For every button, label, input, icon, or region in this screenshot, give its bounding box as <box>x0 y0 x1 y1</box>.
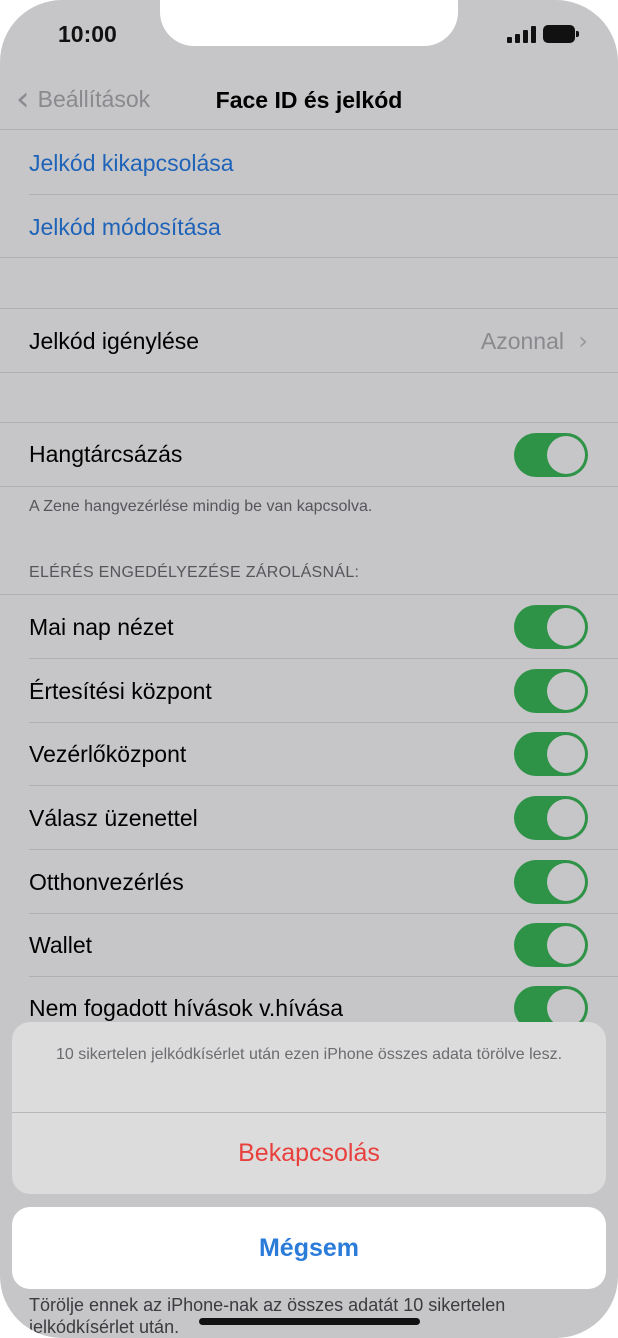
item-label: Otthonvezérlés <box>29 868 184 895</box>
locked-access-item: Otthonvezérlés <box>0 850 618 914</box>
item-label: Mai nap nézet <box>29 613 174 640</box>
chevron-right-icon: › <box>578 327 588 355</box>
item-label: Értesítési központ <box>29 677 212 704</box>
home-control-toggle[interactable] <box>514 860 588 904</box>
change-passcode-label: Jelkód módosítása <box>29 213 221 240</box>
status-time: 10:00 <box>58 21 117 47</box>
erase-data-footnote: Törölje ennek az iPhone-nak az összes ad… <box>29 1295 506 1337</box>
require-passcode-label: Jelkód igénylése <box>29 327 200 354</box>
locked-access-item: Mai nap nézet <box>0 595 618 659</box>
item-label: Wallet <box>29 931 93 958</box>
turn-off-passcode-link[interactable]: Jelkód kikapcsolása <box>0 131 618 195</box>
locked-access-header: ELÉRÉS ENGEDÉLYEZÉSE ZÁROLÁSNÁL: <box>29 564 360 581</box>
signal-icon <box>507 26 537 43</box>
change-passcode-link[interactable]: Jelkód módosítása <box>0 195 618 259</box>
reply-with-message-toggle[interactable] <box>514 796 588 840</box>
today-view-toggle[interactable] <box>514 605 588 649</box>
voice-dial-footnote: A Zene hangvezérlése mindig be van kapcs… <box>29 498 373 515</box>
action-sheet-message: 10 sikertelen jelkódkísérlet után ezen i… <box>55 1046 563 1063</box>
control-center-toggle[interactable] <box>514 732 588 776</box>
section-gap <box>0 372 618 423</box>
locked-access-item: Wallet <box>0 913 618 977</box>
battery-icon <box>543 25 579 43</box>
turn-off-passcode-label: Jelkód kikapcsolása <box>29 149 234 176</box>
voice-dial-toggle[interactable] <box>514 432 588 477</box>
voice-dial-row: Hangtárcsázás <box>0 423 618 487</box>
phone-frame: 10:00 ‹ Beállítások Face ID és jelkód Je… <box>0 0 618 1338</box>
item-label: Vezérlőközpont <box>29 740 187 767</box>
section-gap <box>0 257 618 309</box>
cancel-button[interactable]: Mégsem <box>12 1207 606 1289</box>
voice-dial-label: Hangtárcsázás <box>29 441 183 467</box>
action-sheet: 10 sikertelen jelkódkísérlet után ezen i… <box>12 1022 606 1194</box>
item-label: Nem fogadott hívások v.hívása <box>29 994 344 1021</box>
home-indicator[interactable] <box>199 1318 420 1325</box>
require-passcode-row[interactable]: Jelkód igénylése Azonnal › <box>0 309 618 373</box>
status-bar: 10:00 <box>0 0 618 70</box>
wallet-toggle[interactable] <box>514 923 588 967</box>
require-passcode-value: Azonnal <box>480 327 564 354</box>
page-title: Face ID és jelkód <box>215 87 403 113</box>
notification-center-toggle[interactable] <box>514 669 588 713</box>
locked-access-item: Vezérlőközpont <box>0 722 618 786</box>
locked-access-item: Értesítési központ <box>0 659 618 723</box>
notch <box>160 0 458 46</box>
item-label: Válasz üzenettel <box>29 804 198 831</box>
navigation-bar: ‹ Beállítások Face ID és jelkód <box>0 70 618 130</box>
turn-on-button[interactable]: Bekapcsolás <box>12 1113 606 1194</box>
locked-access-item: Válasz üzenettel <box>0 786 618 850</box>
